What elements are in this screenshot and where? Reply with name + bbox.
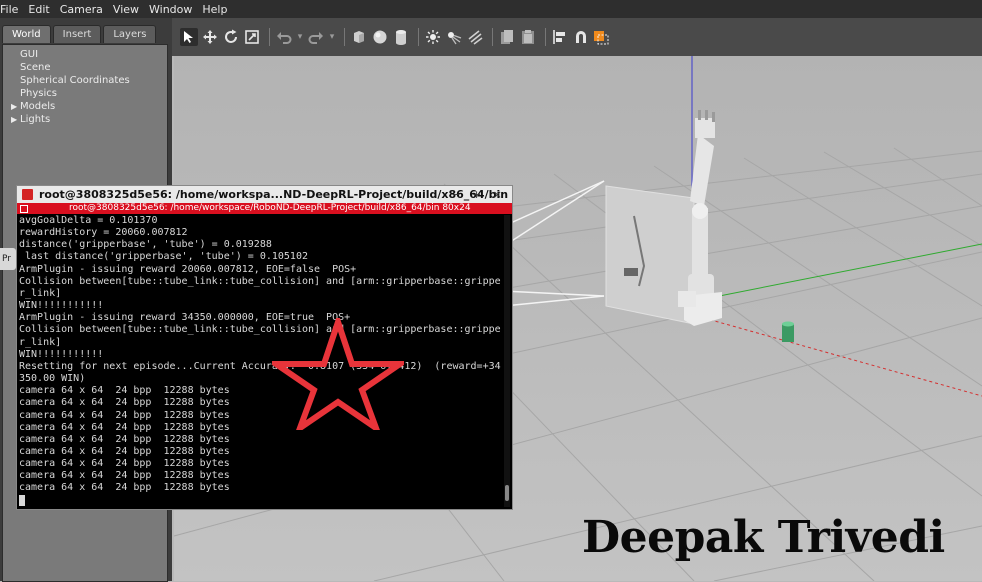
undo-history-icon[interactable]: ▾ [296,28,304,46]
tree-item-label: Scene [20,62,51,73]
tree-item-spherical-coordinates[interactable]: Spherical Coordinates [3,74,167,87]
sphere-shape-icon[interactable] [371,28,389,46]
tree-item-physics[interactable]: Physics [3,87,167,100]
menu-view[interactable]: View [111,3,147,16]
tree-item-label: Models [20,101,56,112]
tab-world[interactable]: World [2,25,51,43]
expand-arrow-icon[interactable]: ▶ [11,113,17,126]
terminal-window[interactable]: root@3808325d5e56: /home/workspa...ND-De… [16,185,513,510]
tree-item-lights[interactable]: ▶ Lights [3,113,167,126]
redo-icon[interactable] [307,28,325,46]
menu-bar: File Edit Camera View Window Help [0,0,982,18]
select-arrow-icon[interactable] [180,28,198,46]
tree-item-models[interactable]: ▶ Models [3,100,167,113]
paste-icon[interactable] [519,28,537,46]
terminal-line: r_link] [19,287,62,299]
terminal-line: camera 64 x 64 24 bpp 12288 bytes [19,445,230,457]
properties-side-tab[interactable]: Pr [0,248,16,270]
terminal-scrollbar[interactable] [504,215,510,507]
terminal-line: Collision between[tube::tube_link::tube_… [19,324,501,336]
toolbar-separator [545,28,546,46]
tree-item-label: GUI [20,49,39,60]
spot-light-icon[interactable] [445,28,463,46]
terminal-app-icon [22,189,33,200]
terminal-line: camera 64 x 64 24 bpp 12288 bytes [19,421,230,433]
terminal-line: r_link] [19,336,62,348]
rotate-icon[interactable] [222,28,240,46]
undo-icon[interactable] [275,28,293,46]
terminal-titlebar[interactable]: root@3808325d5e56: /home/workspa...ND-De… [17,186,512,203]
terminal-line: ArmPlugin - issuing reward 20060.007812,… [19,263,357,275]
menu-window[interactable]: Window [147,3,200,16]
terminal-line: last distance('gripperbase', 'tube') = 0… [19,251,308,263]
tree-item-label: Spherical Coordinates [20,75,130,86]
tab-layers[interactable]: Layers [103,25,157,43]
toolbar-separator [269,28,270,46]
terminal-line: camera 64 x 64 24 bpp 12288 bytes [19,397,230,409]
expand-arrow-icon[interactable]: ▶ [11,100,17,113]
star-annotation-icon [272,318,404,430]
copy-icon[interactable] [498,28,516,46]
tree-item-label: Physics [20,88,57,99]
terminal-tab[interactable]: root@3808325d5e56: /home/workspace/RoboN… [17,203,512,214]
point-light-icon[interactable] [424,28,442,46]
window-controls[interactable]: − + × [451,186,506,203]
box-shape-icon[interactable] [350,28,368,46]
tab-insert[interactable]: Insert [52,25,102,43]
terminal-line: rewardHistory = 20060.007812 [19,227,188,239]
tree-item-scene[interactable]: Scene [3,61,167,74]
terminal-line: avgGoalDelta = 0.101370 [19,215,158,226]
menu-edit[interactable]: Edit [26,3,57,16]
cylinder-shape-icon[interactable] [392,28,410,46]
terminal-line: ArmPlugin - issuing reward 34350.000000,… [19,312,351,324]
terminal-line: camera 64 x 64 24 bpp 12288 bytes [19,409,230,421]
align-icon[interactable] [551,28,569,46]
menu-file[interactable]: File [0,3,26,16]
tube-object [782,321,794,342]
translate-icon[interactable] [201,28,219,46]
terminal-line: distance('gripperbase', 'tube') = 0.0192… [19,239,272,251]
terminal-prompt-line [19,494,503,507]
terminal-tab-title: root@3808325d5e56: /home/workspace/RoboN… [69,203,471,213]
toolbar-separator [492,28,493,46]
tree-item-gui[interactable]: GUI [3,48,167,61]
scale-icon[interactable] [243,28,261,46]
snap-icon[interactable] [572,28,590,46]
terminal-line: WIN!!!!!!!!!!! [19,348,104,360]
menu-camera[interactable]: Camera [58,3,111,16]
toolbar: ▾ ▾ [172,18,982,56]
terminal-line: 350.00 WIN) [19,373,86,385]
terminal-line: camera 64 x 64 24 bpp 12288 bytes [19,433,230,445]
scrollbar-thumb[interactable] [505,485,509,501]
terminal-title: root@3808325d5e56: /home/workspa...ND-De… [39,188,509,201]
terminal-line: Collision between[tube::tube_link::tube_… [19,275,501,287]
toolbar-separator [418,28,419,46]
terminal-line: camera 64 x 64 24 bpp 12288 bytes [19,470,230,482]
tree-item-label: Lights [20,114,51,125]
directional-light-icon[interactable] [466,28,484,46]
redo-history-icon[interactable]: ▾ [328,28,336,46]
menu-help[interactable]: Help [200,3,235,16]
terminal-cursor [19,494,25,506]
toolbar-separator [344,28,345,46]
watermark-text: Deepak Trivedi [582,512,945,563]
terminal-line: camera 64 x 64 24 bpp 12288 bytes [19,458,230,470]
terminal-output[interactable]: avgGoalDelta = 0.101370 rewardHistory = 2… [19,215,503,507]
terminal-line: camera 64 x 64 24 bpp 12288 bytes [19,385,230,397]
terminal-line: WIN!!!!!!!!!!! [19,300,104,312]
restore-icon[interactable] [20,205,28,213]
panel-tabs: World Insert Layers [2,25,158,43]
change-color-icon[interactable] [593,28,611,46]
terminal-line: Resetting for next episode...Current Acc… [19,360,501,372]
terminal-line: camera 64 x 64 24 bpp 12288 bytes [19,482,230,494]
